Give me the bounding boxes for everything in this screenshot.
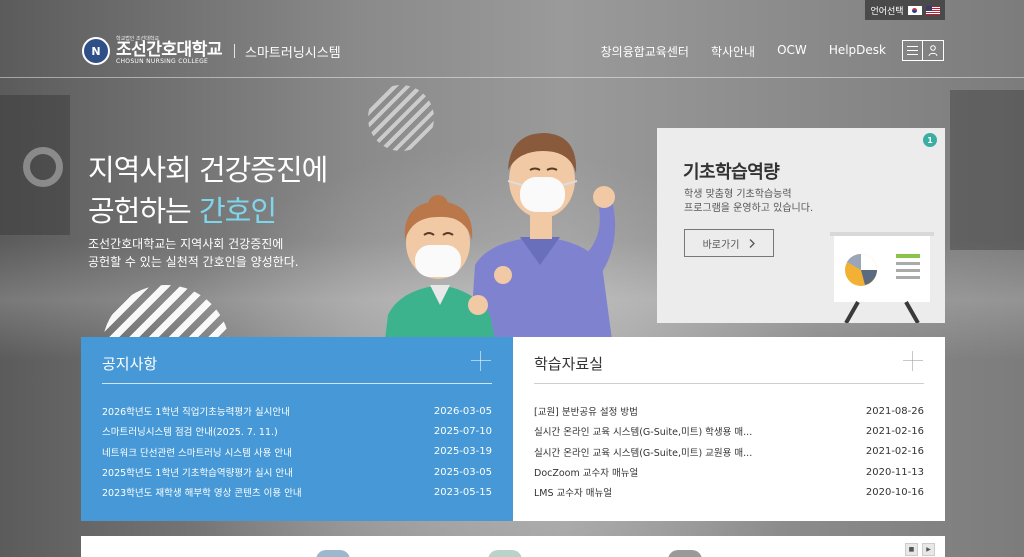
college-emblem-icon: N: [82, 37, 110, 65]
library-panel: 학습자료실 [교원] 분반공유 설정 방법 2021-08-26 실시간 온라인 …: [513, 337, 945, 521]
quick-menu-icon[interactable]: [488, 550, 522, 557]
library-item-date: 2021-02-16: [865, 425, 924, 437]
hero-desc-line1: 조선간호대학교는 지역사회 건강증진에: [88, 237, 284, 251]
background-shape: [950, 90, 1024, 250]
library-item-title[interactable]: [교원] 분반공유 설정 방법: [534, 404, 638, 418]
notice-panel: 공지사항 2026학년도 1학년 직업기초능력평가 실시안내 2026-03-05…: [81, 337, 513, 521]
notice-item[interactable]: 스마트러닝시스템 점검 안내(2025. 7. 11.) 2025-07-10: [102, 421, 492, 441]
library-item-date: 2020-11-13: [865, 466, 924, 478]
notice-item[interactable]: 네트워크 단선관련 스마트러닝 시스템 사용 안내 2025-03-19: [102, 442, 492, 462]
notice-item-date: 2023-05-15: [433, 486, 492, 498]
notice-list: 2026학년도 1학년 직업기초능력평가 실시안내 2026-03-05 스마트러…: [102, 401, 492, 502]
notice-item-title[interactable]: 네트워크 단선관련 스마트러닝 시스템 사용 안내: [102, 445, 292, 459]
promo-desc-line1: 학생 맞춤형 기초학습능력: [684, 189, 792, 200]
library-item[interactable]: DocZoom 교수자 매뉴얼 2020-11-13: [534, 462, 924, 482]
hero-title-line1: 지역사회 건강증진에: [88, 153, 328, 187]
quick-menu-icon[interactable]: [668, 550, 702, 557]
nav-item-academic-info[interactable]: 학사안내: [711, 43, 755, 60]
chevron-right-icon: [749, 238, 756, 248]
promo-desc-line2: 프로그램을 운영하고 있습니다.: [684, 203, 814, 214]
nav-item-ocw[interactable]: OCW: [777, 43, 807, 60]
nurse-characters-illustration: [385, 133, 616, 340]
nav-item-helpdesk[interactable]: HelpDesk: [829, 43, 886, 60]
notice-item[interactable]: 2026학년도 1학년 직업기초능력평가 실시안내 2026-03-05: [102, 401, 492, 421]
logo-divider: [233, 44, 235, 58]
notice-title[interactable]: 공지사항: [102, 353, 157, 374]
hero-title-line2: 공헌하는 간호인: [88, 194, 277, 228]
hero-desc-line2: 공헌할 수 있는 실천적 간호인을 양성한다.: [88, 255, 299, 269]
promo-title: 기초학습역량: [683, 162, 780, 183]
quick-menu-icon[interactable]: [316, 550, 350, 557]
presentation-board-illustration: [830, 232, 934, 323]
library-item-title[interactable]: DocZoom 교수자 매뉴얼: [534, 465, 638, 479]
promo-go-label: 바로가기: [702, 239, 740, 251]
header-icon-buttons: [902, 40, 944, 61]
library-title[interactable]: 학습자료실: [534, 353, 603, 374]
notice-item-date: 2025-03-05: [433, 466, 492, 478]
language-label: 언어선택: [870, 6, 904, 17]
library-item-date: 2021-02-16: [865, 446, 924, 458]
user-icon[interactable]: [923, 40, 944, 61]
system-name: 스마트러닝시스템: [244, 45, 341, 61]
library-divider: [534, 383, 924, 384]
notice-item-title[interactable]: 2026학년도 1학년 직업기초능력평가 실시안내: [102, 404, 290, 418]
menu-icon[interactable]: [902, 40, 923, 61]
library-item[interactable]: LMS 교수자 매뉴얼 2020-10-16: [534, 482, 924, 502]
notice-item-title[interactable]: 2023학년도 재학생 해부학 영상 콘텐츠 이용 안내: [102, 485, 302, 499]
hero-description: 조선간호대학교는 지역사회 건강증진에 공헌할 수 있는 실천적 간호인을 양성…: [88, 235, 299, 271]
nav-item-creative-center[interactable]: 창의융합교육센터: [601, 43, 689, 60]
hero-title-accent: 간호인: [198, 194, 277, 228]
promo-go-button[interactable]: 바로가기: [684, 229, 774, 257]
library-item-title[interactable]: 실시간 온라인 교육 시스템(G-Suite,미트) 학생용 매...: [534, 424, 752, 438]
notice-divider: [102, 383, 492, 384]
logo-wordmark: 학교법인 조선대학교 조선간호대학교 CHOSUN NURSING COLLEG…: [116, 37, 222, 65]
site-logo[interactable]: N 학교법인 조선대학교 조선간호대학교 CHOSUN NURSING COLL…: [82, 37, 341, 65]
library-item-date: 2021-08-26: [865, 405, 924, 417]
notice-item[interactable]: 2025학년도 1학년 기초학습역량평가 실시 안내 2025-03-05: [102, 462, 492, 482]
slide-play-icon[interactable]: ▶: [922, 543, 935, 556]
language-selector[interactable]: 언어선택: [865, 0, 945, 20]
library-item-title[interactable]: 실시간 온라인 교육 시스템(G-Suite,미트) 교원용 매...: [534, 445, 752, 459]
main-nav: 창의융합교육센터 학사안내 OCW HelpDesk: [601, 43, 886, 60]
notice-more-plus-icon[interactable]: [471, 351, 491, 371]
flag-kr-icon[interactable]: [907, 5, 922, 15]
library-item-date: 2020-10-16: [865, 486, 924, 498]
logo-parent-org: 학교법인 조선대학교: [116, 36, 159, 42]
logo-english-name: CHOSUN NURSING COLLEGE: [116, 58, 209, 65]
notice-item-date: 2025-07-10: [433, 425, 492, 437]
notice-item-title[interactable]: 2025학년도 1학년 기초학습역량평가 실시 안내: [102, 465, 293, 479]
flag-us-icon[interactable]: [925, 5, 940, 15]
library-item-title[interactable]: LMS 교수자 매뉴얼: [534, 485, 612, 499]
site-header: N 학교법인 조선대학교 조선간호대학교 CHOSUN NURSING COLL…: [0, 20, 1024, 78]
library-list: [교원] 분반공유 설정 방법 2021-08-26 실시간 온라인 교육 시스템…: [534, 401, 924, 502]
slide-stop-icon[interactable]: ■: [905, 543, 918, 556]
notice-item-date: 2025-03-19: [433, 446, 492, 458]
notice-item[interactable]: 2023학년도 재학생 해부학 영상 콘텐츠 이용 안내 2023-05-15: [102, 482, 492, 502]
library-more-plus-icon[interactable]: [903, 351, 923, 371]
decorative-ring: [23, 147, 63, 187]
hero-title: 지역사회 건강증진에 공헌하는 간호인: [88, 150, 328, 232]
library-item[interactable]: [교원] 분반공유 설정 방법 2021-08-26: [534, 401, 924, 421]
library-item[interactable]: 실시간 온라인 교육 시스템(G-Suite,미트) 교원용 매... 2021-…: [534, 442, 924, 462]
library-item[interactable]: 실시간 온라인 교육 시스템(G-Suite,미트) 학생용 매... 2021-…: [534, 421, 924, 441]
logo-korean-name: 조선간호대학교: [116, 40, 222, 60]
notice-item-title[interactable]: 스마트러닝시스템 점검 안내(2025. 7. 11.): [102, 424, 278, 438]
promo-description: 학생 맞춤형 기초학습능력 프로그램을 운영하고 있습니다.: [684, 188, 813, 216]
slide-number-badge: 1: [923, 133, 937, 147]
notice-item-date: 2026-03-05: [433, 405, 492, 417]
